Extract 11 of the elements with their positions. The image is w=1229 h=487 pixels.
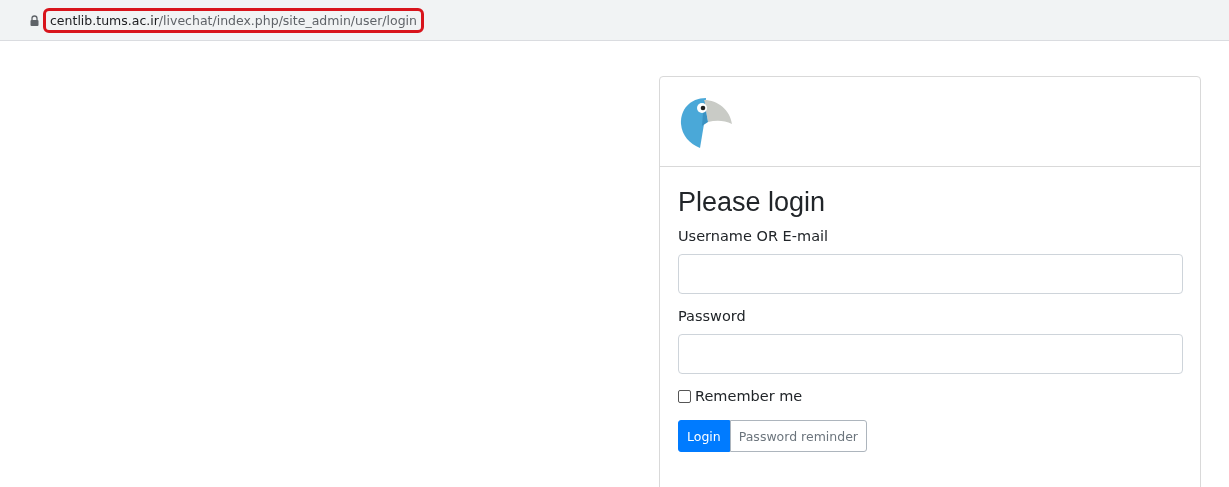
- lock-icon: [30, 14, 39, 26]
- field-label: Username OR E-mail: [678, 228, 830, 244]
- address-url[interactable]: centlib.tums.ac.ir/livechat/index.php/site_admin/user/login: [43, 7, 424, 33]
- field-label: Password: [678, 308, 747, 324]
- login-button[interactable]: Login: [678, 420, 730, 452]
- reminder-button[interactable]: Password reminder: [729, 420, 867, 452]
- input-field[interactable]: [678, 334, 1183, 374]
- login-title: Please login: [678, 187, 827, 218]
- remember-checkbox[interactable]: [678, 389, 691, 403]
- checkbox-label: Remember me: [695, 388, 803, 404]
- input-field[interactable]: [678, 254, 1183, 294]
